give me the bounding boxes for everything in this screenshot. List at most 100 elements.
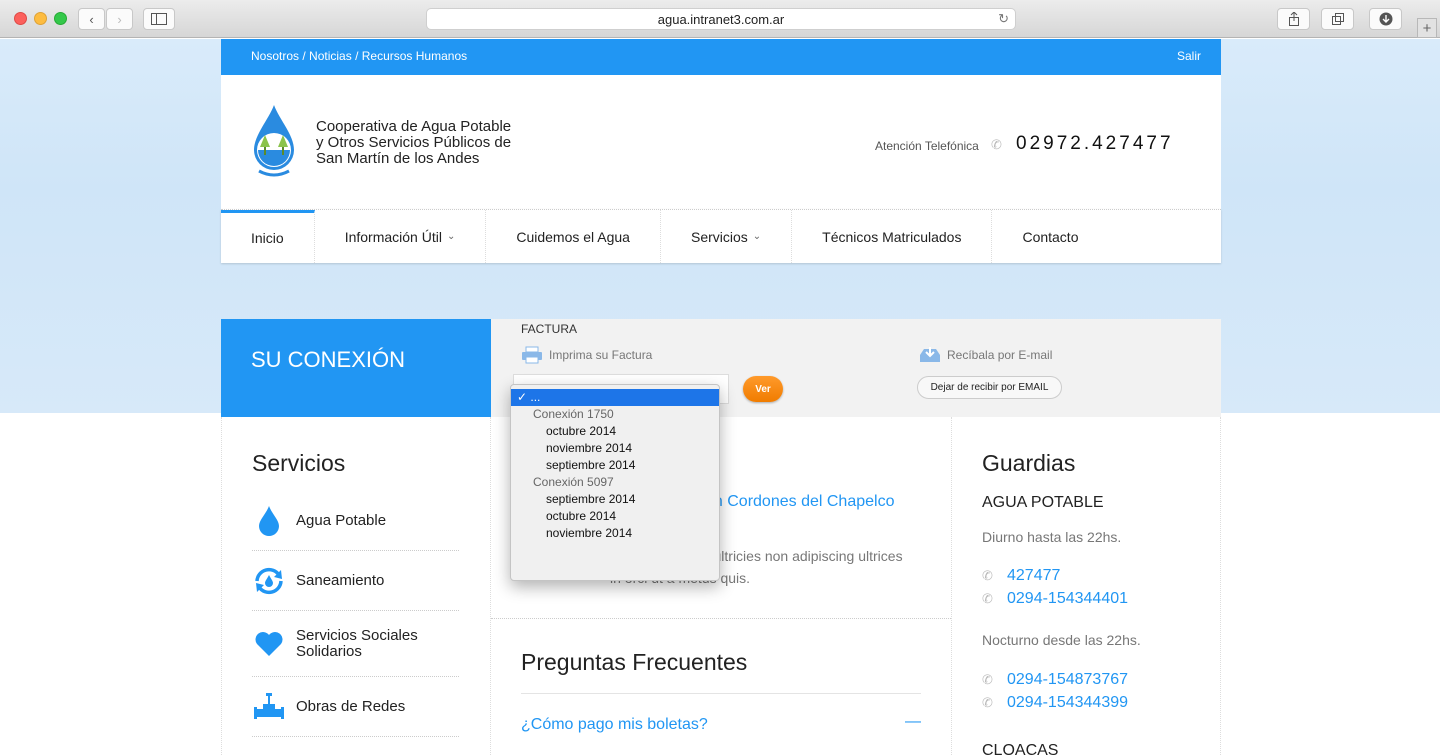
nav-tecnicos-matriculados[interactable]: Técnicos Matriculados: [792, 210, 993, 263]
new-tab-button[interactable]: +: [1417, 18, 1437, 38]
collapse-icon[interactable]: —: [905, 713, 921, 731]
web-page: Nosotros / Noticias / Recursos Humanos S…: [0, 39, 1440, 755]
organization-name: Cooperativa de Agua Potable y Otros Serv…: [316, 119, 511, 167]
servicio-saneamiento[interactable]: Saneamiento: [252, 551, 459, 611]
servicio-label: Obras de Redes: [296, 698, 406, 715]
dropdown-option[interactable]: octubre 2014: [511, 508, 719, 525]
org-line-2: y Otros Servicios Públicos de: [316, 134, 512, 151]
faq-title: Preguntas Frecuentes: [521, 649, 748, 675]
dropdown-option[interactable]: noviembre 2014: [511, 440, 719, 457]
phone-icon: ✆: [982, 568, 993, 583]
factura-dropdown-menu: ✓ ... Conexión 1750 octubre 2014 noviemb…: [510, 384, 720, 581]
phone-icon: ✆: [982, 591, 993, 606]
chevron-left-icon: ‹: [89, 11, 94, 27]
top-link-nosotros[interactable]: Nosotros: [251, 49, 299, 63]
cooperativa-logo[interactable]: [251, 105, 297, 179]
recycle-drop-icon: [252, 564, 286, 598]
back-button[interactable]: ‹: [78, 8, 105, 30]
heart-icon: [252, 627, 286, 661]
servicio-label-line2: Solidarios: [296, 642, 362, 660]
sidebar-button[interactable]: [143, 8, 175, 30]
recibala-label: Recíbala por E-mail: [947, 348, 1053, 362]
nav-cuidemos-el-agua[interactable]: Cuidemos el Agua: [486, 210, 661, 263]
top-link-noticias[interactable]: Noticias: [309, 49, 352, 63]
guardia-phone[interactable]: ✆ 0294-154344401: [982, 590, 1128, 608]
chevron-right-icon: ›: [117, 11, 122, 27]
dropdown-option-selected[interactable]: ✓ ...: [511, 389, 719, 406]
top-link-recursos-humanos[interactable]: Recursos Humanos: [362, 49, 467, 63]
cloacas-heading: CLOACAS: [982, 742, 1059, 755]
nav-servicios[interactable]: Servicios ⌄: [661, 210, 793, 263]
tabs-icon: [1331, 13, 1344, 25]
downloads-button[interactable]: [1369, 8, 1402, 30]
factura-label: FACTURA: [521, 322, 578, 336]
divider: [521, 693, 921, 694]
su-conexion-banner: SU CONEXIÓN: [221, 319, 503, 417]
guardia-phone[interactable]: ✆ 427477: [982, 567, 1060, 585]
servicio-agua-potable[interactable]: Agua Potable: [252, 491, 459, 551]
servicio-label: Servicios Sociales Solidarios: [296, 626, 418, 660]
tabs-button[interactable]: [1321, 8, 1354, 30]
phone-number: 0294-154344401: [1007, 590, 1129, 607]
dropdown-option[interactable]: septiembre 2014: [511, 491, 719, 508]
nav-inicio[interactable]: Inicio: [221, 210, 315, 263]
chevron-down-icon: ⌄: [752, 231, 762, 242]
close-window-button[interactable]: [14, 12, 27, 25]
water-drop-icon: [252, 504, 286, 538]
servicio-label: Agua Potable: [296, 512, 387, 529]
phone-number: 0294-154344399: [1007, 694, 1129, 711]
sidebar-icon: [151, 13, 167, 25]
share-button[interactable]: [1277, 8, 1310, 30]
dejar-email-button[interactable]: Dejar de recibir por EMAIL: [917, 376, 1062, 399]
servicio-sociales-solidarios[interactable]: Servicios Sociales Solidarios: [252, 611, 459, 677]
url-text: agua.intranet3.com.ar: [657, 11, 785, 27]
reload-icon[interactable]: ↻: [998, 11, 1009, 27]
org-line-3: San Martín de los Andes: [316, 150, 480, 167]
dropdown-option[interactable]: octubre 2014: [511, 423, 719, 440]
nav-contacto[interactable]: Contacto: [992, 210, 1108, 263]
guardia-phone[interactable]: ✆ 0294-154344399: [982, 694, 1128, 712]
top-links: Nosotros / Noticias / Recursos Humanos: [251, 49, 467, 63]
zoom-window-button[interactable]: [54, 12, 67, 25]
link-separator: /: [351, 49, 362, 63]
recibala-email-link[interactable]: Recíbala por E-mail: [918, 346, 1052, 364]
news-title-link[interactable]: en Cordones del Chapelco: [705, 493, 894, 511]
guardias-column: Guardias AGUA POTABLE Diurno hasta las 2…: [951, 417, 1221, 755]
org-line-1: Cooperativa de Agua Potable: [316, 118, 512, 135]
nocturno-label: Nocturno desde las 22hs.: [982, 632, 1141, 648]
address-bar[interactable]: agua.intranet3.com.ar ↻: [426, 8, 1016, 30]
guardia-phone[interactable]: ✆ 0294-154873767: [982, 671, 1128, 689]
salir-link[interactable]: Salir: [1177, 49, 1201, 63]
minimize-window-button[interactable]: [34, 12, 47, 25]
inbox-download-icon: [920, 347, 940, 362]
faq-question[interactable]: ¿Cómo pago mis boletas?: [521, 716, 708, 734]
phone-icon: ✆: [982, 695, 993, 710]
main-nav: Inicio Información Útil ⌄ Cuidemos el Agu…: [221, 209, 1221, 263]
divider: [491, 618, 951, 619]
guardias-title: Guardias: [982, 450, 1076, 476]
nav-label: Cuidemos el Agua: [516, 228, 630, 245]
nav-label: Servicios: [690, 228, 748, 245]
pipe-valve-icon: [252, 690, 286, 724]
browser-toolbar: ‹ › agua.intranet3.com.ar ↻ +: [0, 0, 1440, 38]
imprima-label: Imprima su Factura: [549, 348, 653, 362]
nav-informacion-util[interactable]: Información Útil ⌄: [315, 210, 487, 263]
nav-label: Contacto: [1022, 228, 1079, 245]
imprima-factura-link[interactable]: Imprima su Factura: [521, 346, 652, 364]
servicio-obras-de-redes[interactable]: Obras de Redes: [252, 677, 459, 737]
servicio-label-line1: Servicios Sociales: [296, 626, 418, 644]
top-bar: Nosotros / Noticias / Recursos Humanos S…: [221, 39, 1221, 75]
dropdown-option[interactable]: noviembre 2014: [511, 525, 719, 542]
ver-button[interactable]: Ver: [743, 376, 783, 402]
phone-number[interactable]: 02972.427477: [1016, 133, 1174, 155]
servicios-column: Servicios Agua Potable Saneamiento Servi…: [221, 417, 491, 755]
dropdown-option[interactable]: septiembre 2014: [511, 457, 719, 474]
forward-button[interactable]: ›: [106, 8, 133, 30]
phone-number: 427477: [1007, 567, 1061, 584]
dropdown-group-label: Conexión 5097: [533, 475, 614, 489]
nav-label: Información Útil: [344, 228, 442, 245]
agua-potable-heading: AGUA POTABLE: [982, 494, 1104, 511]
link-separator: /: [299, 49, 310, 63]
su-conexion-title: SU CONEXIÓN: [251, 347, 406, 372]
checkmark-icon: ✓: [517, 390, 531, 404]
